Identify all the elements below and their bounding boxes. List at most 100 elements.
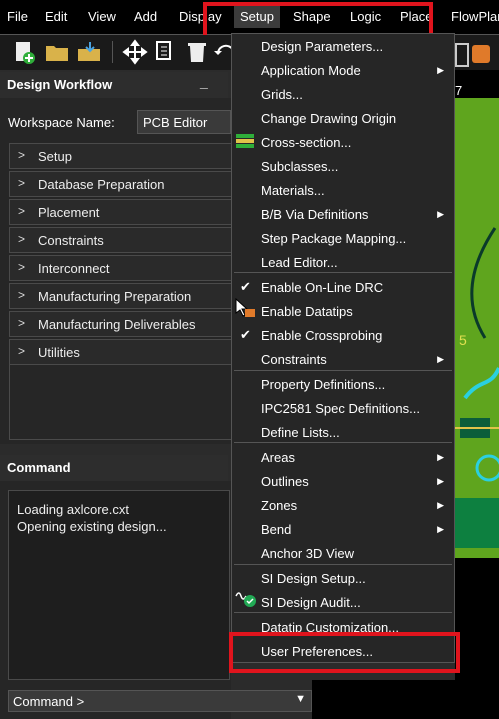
workspace-name-select[interactable]: PCB Editor: [137, 110, 231, 134]
menu-item-outlines[interactable]: Outlines: [261, 474, 309, 489]
toolbar-device-icon[interactable]: [455, 43, 469, 67]
menu-separator: [234, 370, 452, 371]
menu-item-application-mode[interactable]: Application Mode: [261, 63, 361, 78]
command-output-line: Loading axlcore.cxt: [17, 502, 130, 517]
command-prompt: Command >: [13, 694, 85, 709]
si-audit-icon: [235, 592, 256, 607]
menu-item-si-design-audit[interactable]: SI Design Audit...: [261, 595, 361, 610]
menu-item-define-lists[interactable]: Define Lists...: [261, 425, 340, 440]
menu-item-property-definitions[interactable]: Property Definitions...: [261, 377, 385, 392]
submenu-arrow-icon: ▶: [437, 524, 444, 534]
workflow-item-label: Setup: [38, 149, 72, 164]
menu-item-subclasses[interactable]: Subclasses...: [261, 159, 338, 174]
menu-item-areas[interactable]: Areas: [261, 450, 295, 465]
toolbar-divider: [112, 41, 113, 63]
menu-item-lead-editor[interactable]: Lead Editor...: [261, 255, 338, 270]
command-input[interactable]: Command > ▼: [8, 690, 312, 712]
menu-item-enable-datatips[interactable]: Enable Datatips: [261, 304, 353, 319]
workflow-item-label: Constraints: [38, 233, 104, 248]
menu-item-change-drawing-origin[interactable]: Change Drawing Origin: [261, 111, 396, 126]
menu-item-step-package-mapping[interactable]: Step Package Mapping...: [261, 231, 406, 246]
pcb-traces: [455, 227, 499, 548]
workflow-item-interconnect[interactable]: > Interconnect: [9, 255, 234, 281]
workflow-item-label: Interconnect: [38, 261, 110, 276]
checkmark-icon: ✔: [240, 327, 251, 342]
toolbar-color-icon[interactable]: [472, 45, 490, 63]
command-header: Command: [0, 455, 228, 481]
design-workflow-title: Design Workflow: [7, 77, 113, 92]
chevron-right-icon: >: [18, 260, 26, 274]
workspace-name-value: PCB Editor: [143, 115, 208, 130]
workflow-item-label: Database Preparation: [38, 177, 165, 192]
workflow-item-database-preparation[interactable]: > Database Preparation: [9, 171, 234, 197]
workflow-item-label: Placement: [38, 205, 100, 220]
menu-separator: [234, 564, 452, 565]
chevron-down-icon[interactable]: ▼: [295, 693, 306, 705]
command-output: Loading axlcore.cxt Opening existing des…: [8, 490, 230, 680]
menu-item-constraints[interactable]: Constraints: [261, 352, 327, 367]
submenu-arrow-icon: ▶: [437, 354, 444, 364]
open-folder-icon[interactable]: [44, 39, 70, 65]
submenu-arrow-icon: ▶: [437, 476, 444, 486]
workflow-item-manufacturing-deliverables[interactable]: > Manufacturing Deliverables: [9, 311, 234, 337]
menu-item-grids[interactable]: Grids...: [261, 87, 303, 102]
submenu-arrow-icon: ▶: [437, 452, 444, 462]
panel-pin-icon[interactable]: _: [200, 74, 208, 90]
highlight-user-preferences: [229, 632, 460, 673]
submenu-arrow-icon: ▶: [437, 500, 444, 510]
copy-icon[interactable]: [152, 39, 178, 65]
save-folder-icon[interactable]: [76, 39, 102, 65]
menu-item-bend[interactable]: Bend: [261, 522, 291, 537]
menu-item-si-design-setup[interactable]: SI Design Setup...: [261, 571, 366, 586]
menu-separator: [234, 612, 452, 613]
chevron-right-icon: >: [18, 204, 26, 218]
workflow-item-label: Manufacturing Preparation: [38, 289, 192, 304]
menu-item-enable-crossprobing[interactable]: Enable Crossprobing: [261, 328, 382, 343]
chevron-right-icon: >: [18, 148, 26, 162]
menu-item-materials[interactable]: Materials...: [261, 183, 325, 198]
menu-file[interactable]: File: [7, 9, 28, 24]
design-workflow-header: Design Workflow _: [0, 72, 228, 98]
workflow-item-manufacturing-preparation[interactable]: > Manufacturing Preparation: [9, 283, 234, 309]
menu-separator: [234, 442, 452, 443]
new-file-icon[interactable]: [12, 39, 38, 65]
canvas-label-5: 5: [459, 332, 467, 348]
submenu-arrow-icon: ▶: [437, 65, 444, 75]
workflow-item-constraints[interactable]: > Constraints: [9, 227, 234, 253]
workspace-name-label: Workspace Name:: [8, 115, 115, 130]
menu-add[interactable]: Add: [134, 9, 157, 24]
canvas-label-7: 7: [455, 83, 463, 98]
menu-flowplan[interactable]: FlowPlan: [451, 9, 499, 24]
menu-item-enable-online-drc[interactable]: Enable On-Line DRC: [261, 280, 383, 295]
design-workflow-body: Workspace Name: PCB Editor > Setup > Datab…: [0, 98, 234, 444]
submenu-arrow-icon: ▶: [437, 209, 444, 219]
menu-item-zones[interactable]: Zones: [261, 498, 297, 513]
chevron-right-icon: >: [18, 232, 26, 246]
menu-view[interactable]: View: [88, 9, 116, 24]
menu-item-anchor-3d-view[interactable]: Anchor 3D View: [261, 546, 354, 561]
chevron-right-icon: >: [18, 316, 26, 330]
chevron-right-icon: >: [18, 288, 26, 302]
menu-item-cross-section[interactable]: Cross-section...: [261, 135, 351, 150]
delete-icon[interactable]: [184, 39, 210, 65]
workflow-item-setup[interactable]: > Setup: [9, 143, 234, 169]
pcb-canvas[interactable]: 7 5: [455, 70, 499, 719]
workflow-item-utilities[interactable]: > Utilities: [9, 339, 234, 365]
chevron-right-icon: >: [18, 344, 26, 358]
menu-edit[interactable]: Edit: [45, 9, 67, 24]
menu-item-ipc2581-spec-definitions[interactable]: IPC2581 Spec Definitions...: [261, 401, 420, 416]
datatip-cursor-icon: [235, 298, 255, 317]
canvas-bottom: [312, 680, 455, 719]
move-icon[interactable]: [122, 39, 148, 65]
command-title: Command: [7, 460, 71, 475]
menu-item-design-parameters[interactable]: Design Parameters...: [261, 39, 383, 54]
workflow-item-placement[interactable]: > Placement: [9, 199, 234, 225]
workflow-item-label: Manufacturing Deliverables: [38, 317, 196, 332]
menu-item-bb-via-definitions[interactable]: B/B Via Definitions: [261, 207, 368, 222]
workflow-list-frame: [9, 365, 234, 440]
cross-section-icon: [236, 134, 254, 148]
setup-menu: Design Parameters... Application Mode ▶ G…: [231, 33, 455, 663]
chevron-right-icon: >: [18, 176, 26, 190]
workflow-item-label: Utilities: [38, 345, 80, 360]
checkmark-icon: ✔: [240, 279, 251, 294]
